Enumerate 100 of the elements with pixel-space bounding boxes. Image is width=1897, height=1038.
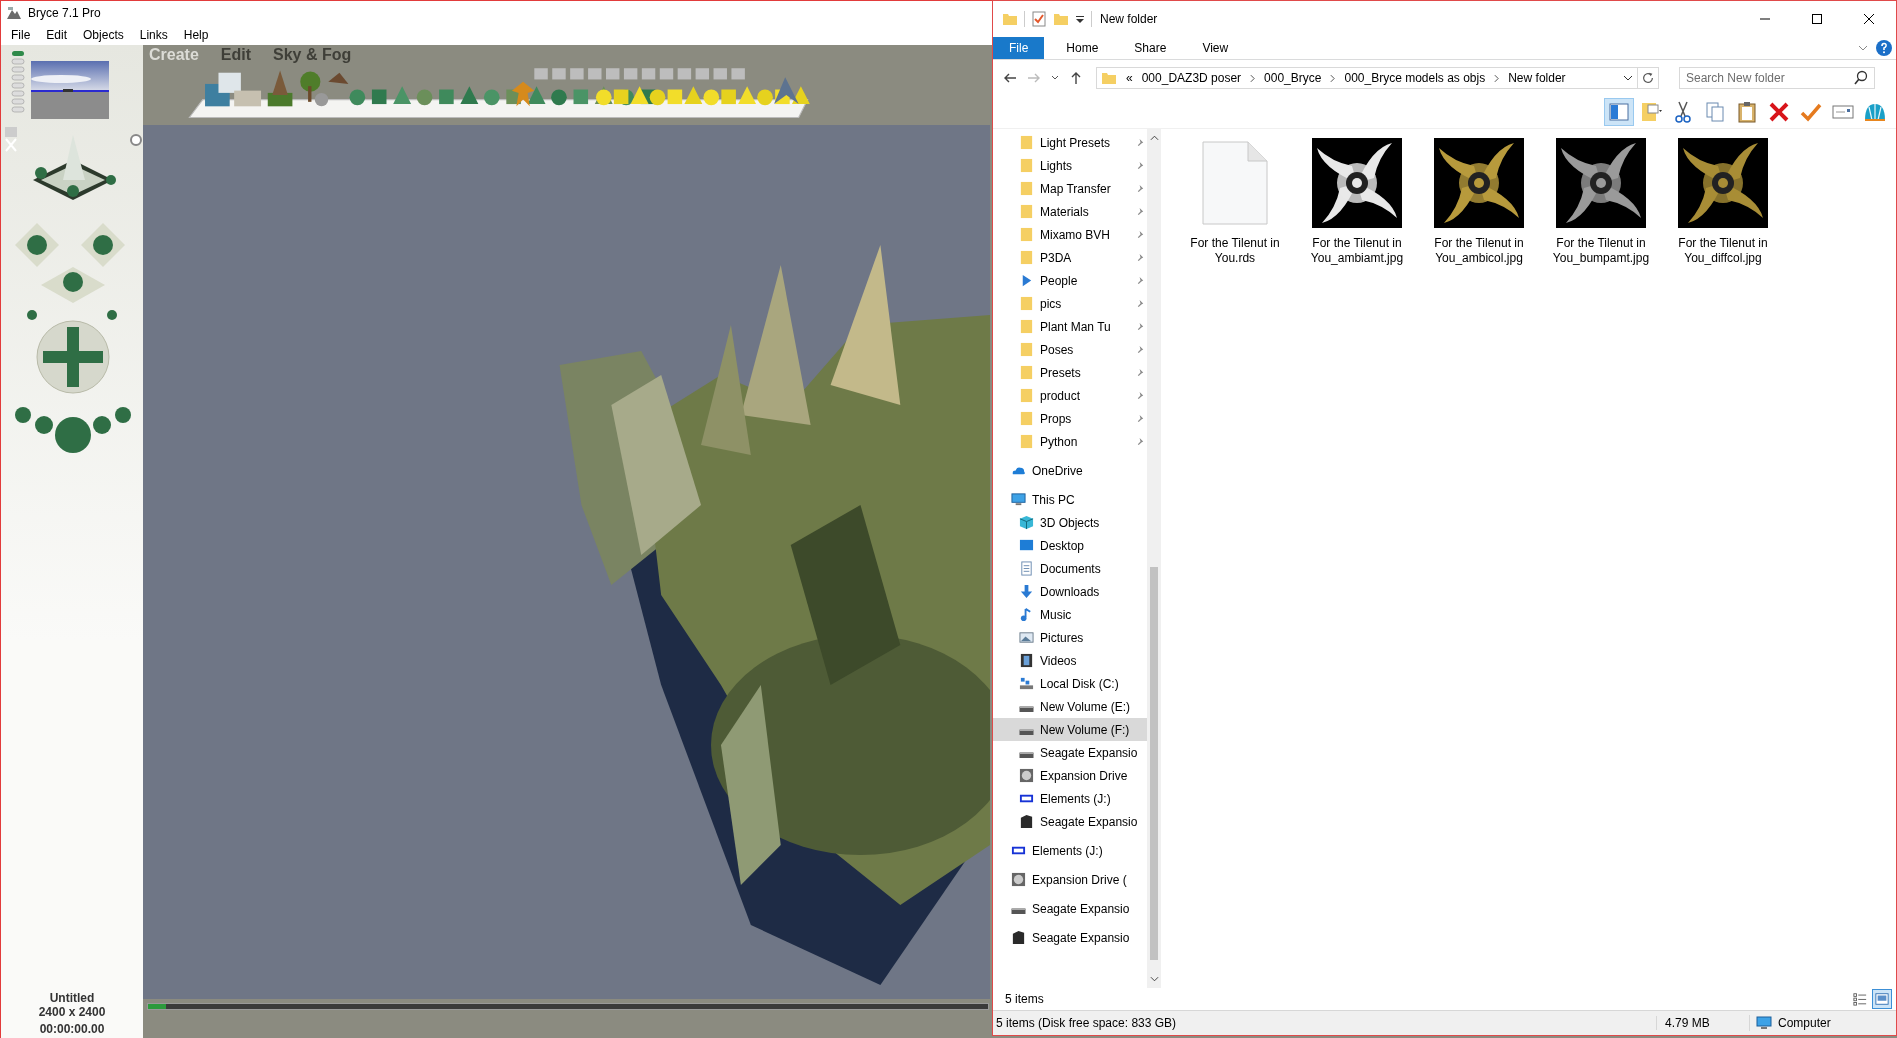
navigation-item[interactable]: Mixamo BVH — [993, 223, 1147, 246]
search-field[interactable]: Search New folder — [1679, 67, 1875, 89]
navigation-item[interactable]: Plant Man Tu — [993, 315, 1147, 338]
pin-icon[interactable] — [1136, 230, 1145, 239]
navigation-item[interactable]: Seagate Expansio — [993, 810, 1147, 833]
ribbon-tab[interactable]: Share — [1120, 37, 1181, 59]
pin-icon[interactable] — [1136, 276, 1145, 285]
chevron-icon[interactable] — [1494, 73, 1500, 83]
file-item[interactable]: For the Tilenut in You.rds — [1175, 138, 1295, 266]
file-item[interactable]: For the Tilenut in You_bumpamt.jpg — [1541, 138, 1661, 266]
breadcrumb[interactable]: 000_Bryce — [1264, 71, 1322, 85]
document-name: Untitled — [49, 991, 95, 1005]
ribbon-tab[interactable]: View — [1188, 37, 1243, 59]
menu-item[interactable]: File — [3, 27, 39, 42]
dropdown-icon[interactable] — [1623, 73, 1633, 83]
navigation-item[interactable]: Presets — [993, 361, 1147, 384]
item-count: 5 items — [1005, 992, 1044, 1006]
search-icon[interactable] — [1853, 70, 1869, 86]
file-item[interactable]: For the Tilenut in You_ambiamt.jpg — [1297, 138, 1417, 266]
navigation-item[interactable]: P3DA — [993, 246, 1147, 269]
window-icon — [1875, 992, 1889, 1006]
file-item[interactable]: For the Tilenut in You_ambicol.jpg — [1419, 138, 1539, 266]
navigation-item[interactable]: People — [993, 269, 1147, 292]
navigation-item[interactable]: Seagate Expansio — [993, 741, 1147, 764]
address-bar[interactable]: « 000_DAZ3D poser 000_Bryce 000_Bryce models as objs New folder — [1096, 67, 1638, 89]
pin-icon[interactable] — [1136, 322, 1145, 331]
navigation-item[interactable]: Lights — [993, 154, 1147, 177]
navigation-item[interactable]: This PC — [993, 488, 1147, 511]
navigation-item[interactable]: Props — [993, 407, 1147, 430]
scrollbar[interactable] — [1147, 129, 1161, 988]
chevron-icon[interactable] — [1250, 73, 1256, 83]
chevron-icon[interactable] — [1330, 73, 1336, 83]
breadcrumb[interactable]: 000_DAZ3D poser — [1141, 71, 1242, 85]
folder-icon — [1019, 365, 1034, 380]
navigation-item[interactable]: Documents — [993, 557, 1147, 580]
breadcrumb[interactable]: 000_Bryce models as objs — [1344, 71, 1486, 85]
pin-icon[interactable] — [1136, 391, 1145, 400]
file-menu-button[interactable]: File — [993, 37, 1045, 59]
navigation-item[interactable]: Pictures — [993, 626, 1147, 649]
breadcrumb[interactable]: New folder — [1508, 71, 1566, 85]
monitor-icon — [1756, 1015, 1772, 1031]
pin-icon[interactable] — [1136, 138, 1145, 147]
navigation-item[interactable]: Seagate Expansio — [993, 926, 1147, 949]
navigation-item[interactable]: Music — [993, 603, 1147, 626]
file-item[interactable]: For the Tilenut in You_diffcol.jpg — [1663, 138, 1783, 266]
pin-icon[interactable] — [1136, 368, 1145, 377]
navigation-item[interactable]: Python — [993, 430, 1147, 453]
folder-icon — [1019, 411, 1034, 426]
navigation-item[interactable]: Videos — [993, 649, 1147, 672]
down-arrow-icon — [1019, 584, 1034, 599]
checklist-icon[interactable] — [1031, 11, 1047, 27]
window-title: Bryce 7.1 Pro — [28, 5, 101, 20]
pin-icon[interactable] — [1136, 299, 1145, 308]
preview-pane-button[interactable] — [1604, 98, 1634, 126]
memory-dots-drawing[interactable] — [11, 51, 25, 113]
pin-icon[interactable] — [1136, 207, 1145, 216]
navigation-item[interactable]: Expansion Drive ( — [993, 868, 1147, 891]
navigation-item[interactable]: pics — [993, 292, 1147, 315]
navigation-item[interactable]: product — [993, 384, 1147, 407]
pin-icon[interactable] — [1136, 253, 1145, 262]
navigation-item[interactable]: Seagate Expansio — [993, 897, 1147, 920]
pin-icon[interactable] — [1136, 161, 1145, 170]
navigation-item[interactable]: OneDrive — [993, 459, 1147, 482]
navigation-item[interactable]: Map Transfer — [993, 177, 1147, 200]
timeline-bar[interactable] — [147, 1003, 989, 1010]
pane-icon — [1607, 100, 1631, 124]
pin-icon[interactable] — [1136, 414, 1145, 423]
navigation-item[interactable]: Local Disk (C:) — [993, 672, 1147, 695]
pin-icon[interactable] — [1136, 345, 1145, 354]
ribbon-tab[interactable]: Home — [1052, 37, 1113, 59]
dropdown-icon[interactable] — [1075, 14, 1085, 24]
large-icons-view-button[interactable] — [1872, 989, 1892, 1009]
file-name: For the Tilenut in You_ambiamt.jpg — [1309, 236, 1405, 266]
navigation-item[interactable]: Desktop — [993, 534, 1147, 557]
menu-item[interactable]: Help — [175, 27, 217, 42]
navigation-item[interactable]: Materials — [993, 200, 1147, 223]
navigation-item[interactable]: 3D Objects — [993, 511, 1147, 534]
navigation-item[interactable]: Light Presets — [993, 131, 1147, 154]
status-location: Computer — [1778, 1016, 1831, 1030]
chevron-icon[interactable] — [1858, 43, 1868, 53]
navigation-item[interactable]: New Volume (E:) — [993, 695, 1147, 718]
pin-icon[interactable] — [1136, 184, 1145, 193]
help-icon[interactable] — [1876, 40, 1892, 56]
navigation-item[interactable]: New Volume (F:) — [993, 718, 1147, 741]
navigation-item[interactable]: Downloads — [993, 580, 1147, 603]
refresh-button[interactable] — [1637, 67, 1659, 89]
status-size: 4.79 MB — [1656, 1016, 1749, 1030]
menu-item[interactable]: Links — [131, 27, 176, 42]
navigation-item[interactable]: Elements (J:) — [993, 839, 1147, 862]
overflow-crumb[interactable]: « — [1126, 71, 1133, 85]
copy-icon — [1703, 100, 1727, 124]
navigation-item[interactable]: Poses — [993, 338, 1147, 361]
pin-icon[interactable] — [1136, 437, 1145, 446]
menu-item[interactable]: Objects — [75, 27, 132, 42]
folder-icon — [1101, 70, 1117, 86]
menu-item[interactable]: Edit — [38, 27, 76, 42]
navigation-item[interactable]: Expansion Drive — [993, 764, 1147, 787]
navigation-item[interactable]: Elements (J:) — [993, 787, 1147, 810]
file-name: For the Tilenut in You_ambicol.jpg — [1433, 236, 1525, 266]
app-icon — [6, 4, 22, 21]
